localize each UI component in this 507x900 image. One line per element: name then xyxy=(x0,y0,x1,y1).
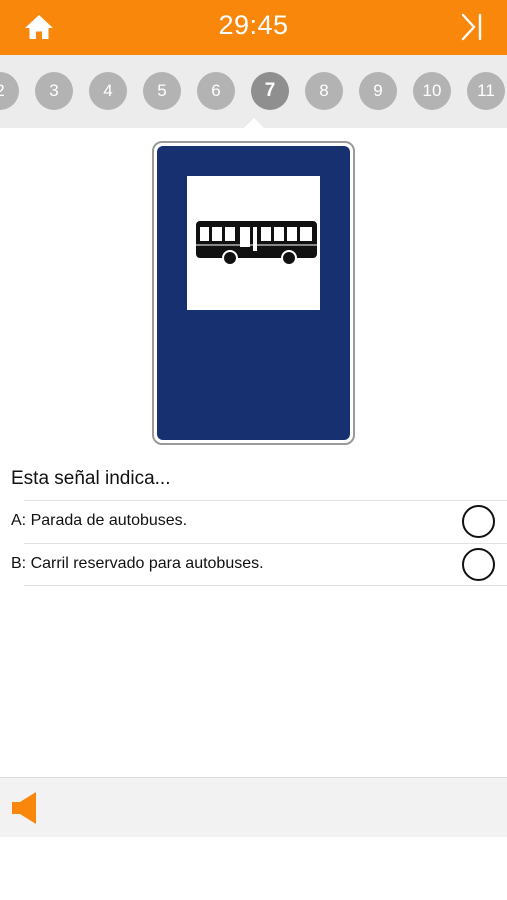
question-navigator-track: 23456789 10 11 xyxy=(0,72,507,110)
skip-to-end-icon[interactable] xyxy=(457,12,487,42)
answer-radio-a[interactable] xyxy=(462,505,495,538)
question-number-8[interactable]: 8 xyxy=(305,72,343,110)
question-number-9[interactable]: 9 xyxy=(359,72,397,110)
answer-options: A: Parada de autobuses. B: Carril reserv… xyxy=(0,500,507,586)
top-bar: 29:45 xyxy=(0,0,507,55)
current-question-pointer xyxy=(244,118,264,128)
answer-radio-b[interactable] xyxy=(462,548,495,581)
question-number-3[interactable]: 3 xyxy=(35,72,73,110)
speaker-icon[interactable] xyxy=(10,790,42,826)
question-number-4[interactable]: 4 xyxy=(89,72,127,110)
question-number-5[interactable]: 5 xyxy=(143,72,181,110)
answer-option-label: A: Parada de autobuses. xyxy=(11,512,188,529)
question-number-2[interactable]: 2 xyxy=(0,72,19,110)
question-text: Esta señal indica... xyxy=(11,468,171,489)
question-number-11[interactable]: 11 xyxy=(467,72,505,110)
exam-timer: 29:45 xyxy=(218,10,289,40)
answer-option-b[interactable]: B: Carril reservado para autobuses. xyxy=(0,543,507,586)
bus-stop-sign xyxy=(152,141,355,445)
question-number-6[interactable]: 6 xyxy=(197,72,235,110)
bottom-bar xyxy=(0,777,507,837)
answer-option-a[interactable]: A: Parada de autobuses. xyxy=(0,500,507,543)
question-number-7[interactable]: 7 xyxy=(251,72,289,110)
question-number-10[interactable]: 10 xyxy=(413,72,451,110)
answer-option-label: B: Carril reservado para autobuses. xyxy=(11,555,264,572)
